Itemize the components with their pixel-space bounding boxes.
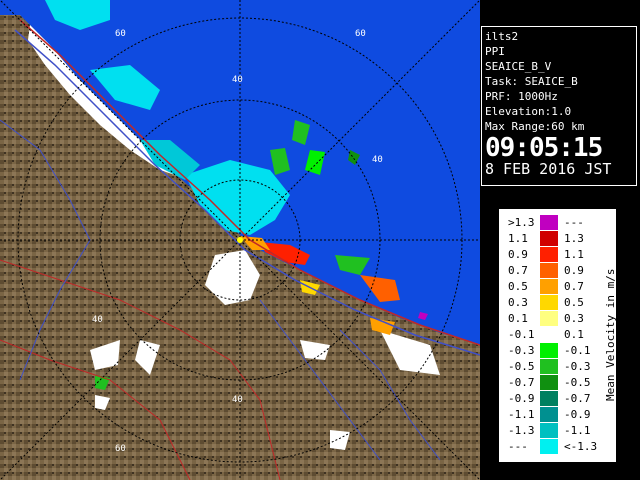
radar-map: 40 40 60 60 40 40 60	[0, 0, 480, 480]
range-ring-label: 60	[115, 444, 126, 454]
legend-row-upper: 0.3	[564, 312, 584, 325]
legend-title-area: Mean Velocity in m/s	[604, 210, 617, 463]
legend-row-upper: 0.9	[564, 264, 584, 277]
radar-map-svg: 40 40 60 60 40 40 60	[0, 0, 480, 480]
legend-row-lower: 0.5	[508, 280, 528, 293]
legend-color-swatch	[540, 215, 558, 230]
range-ring-label: 60	[355, 29, 366, 39]
range-ring-label: 40	[92, 315, 103, 325]
legend-row-lower: -0.7	[508, 376, 535, 389]
legend-row: -0.5 -0.3	[500, 359, 604, 374]
legend-row-lower: 0.9	[508, 248, 528, 261]
range-ring-label: 40	[232, 395, 243, 405]
radar-site-marker	[237, 237, 243, 243]
legend-color-swatch	[540, 423, 558, 438]
legend-row: -0.7 -0.5	[500, 375, 604, 390]
legend-color-swatch	[540, 231, 558, 246]
legend-row: -0.3 -0.1	[500, 343, 604, 358]
elevation-value: Elevation:1.0	[485, 105, 572, 118]
legend-row: -1.1 -0.9	[500, 407, 604, 422]
legend-row: -0.1 0.1	[500, 327, 604, 342]
legend-row-upper: 0.7	[564, 280, 584, 293]
legend-row-upper: 1.3	[564, 232, 584, 245]
legend-row: 0.1 0.3	[500, 311, 604, 326]
legend-row: >1.3 ---	[500, 215, 604, 230]
legend-title: Mean Velocity in m/s	[604, 268, 617, 402]
legend-row-upper: -0.5	[564, 376, 591, 389]
legend-color-swatch	[540, 359, 558, 374]
legend-row-upper: 0.1	[564, 328, 584, 341]
legend-row-upper: ---	[564, 216, 584, 229]
legend-row-lower: ---	[508, 440, 528, 453]
range-ring-label: 40	[232, 75, 243, 85]
radar-display: 40 40 60 60 40 40 60 ilts2 PPI SEAICE_B_…	[0, 0, 640, 480]
legend-color-swatch	[540, 295, 558, 310]
legend-row: -0.9 -0.7	[500, 391, 604, 406]
legend-row: 0.5 0.7	[500, 279, 604, 294]
legend-row: 0.7 0.9	[500, 263, 604, 278]
legend-row: 1.1 1.3	[500, 231, 604, 246]
legend-color-swatch	[540, 247, 558, 262]
scan-date: 8 FEB 2016 JST	[485, 160, 612, 178]
legend-row: 0.3 0.5	[500, 295, 604, 310]
legend-color-swatch	[540, 279, 558, 294]
product-name: SEAICE_B_V	[485, 60, 552, 73]
legend-row-upper: -0.7	[564, 392, 591, 405]
legend-row: -1.3 -1.1	[500, 423, 604, 438]
legend-color-swatch	[540, 391, 558, 406]
max-range-value: Max Range:60 km	[485, 120, 585, 133]
legend-row-lower: -0.3	[508, 344, 535, 357]
legend-row-upper: -1.1	[564, 424, 591, 437]
legend-color-swatch	[540, 327, 558, 342]
legend-color-swatch	[540, 343, 558, 358]
legend-row-upper: 0.5	[564, 296, 584, 309]
range-ring-label: 40	[372, 155, 383, 165]
legend-color-swatch	[540, 439, 558, 454]
legend-row-upper: <-1.3	[564, 440, 598, 453]
scan-time: 09:05:15	[485, 133, 603, 163]
legend-row-lower: >1.3	[508, 216, 535, 229]
legend-row-lower: 0.3	[508, 296, 528, 309]
legend-color-swatch	[540, 311, 558, 326]
legend-row: 0.9 1.1	[500, 247, 604, 262]
range-ring-label: 60	[115, 29, 126, 39]
scan-type: PPI	[485, 45, 505, 58]
legend-color-swatch	[540, 375, 558, 390]
site-name: ilts2	[485, 30, 519, 43]
velocity-legend: >1.3 --- 1.1 1.3 0.9 1.1 0.7 0.9 0.5 0.7 0.3 0.5 0.1…	[499, 209, 617, 463]
legend-row-lower: -0.5	[508, 360, 535, 373]
legend-row-lower: -0.1	[508, 328, 535, 341]
legend-row-lower: -1.3	[508, 424, 535, 437]
legend-row-lower: -0.9	[508, 392, 535, 405]
legend-row-lower: -1.1	[508, 408, 535, 421]
legend-row: --- <-1.3	[500, 439, 604, 454]
legend-row-lower: 0.1	[508, 312, 528, 325]
scan-info-panel: ilts2 PPI SEAICE_B_V Task: SEAICE_B PRF:…	[481, 26, 637, 186]
task-name: Task: SEAICE_B	[485, 75, 578, 88]
legend-row-lower: 0.7	[508, 264, 528, 277]
legend-color-swatch	[540, 263, 558, 278]
legend-row-upper: -0.3	[564, 360, 591, 373]
legend-row-upper: 1.1	[564, 248, 584, 261]
legend-color-swatch	[540, 407, 558, 422]
legend-row-upper: -0.1	[564, 344, 591, 357]
prf-value: PRF: 1000Hz	[485, 90, 558, 103]
legend-row-lower: 1.1	[508, 232, 528, 245]
legend-row-upper: -0.9	[564, 408, 591, 421]
